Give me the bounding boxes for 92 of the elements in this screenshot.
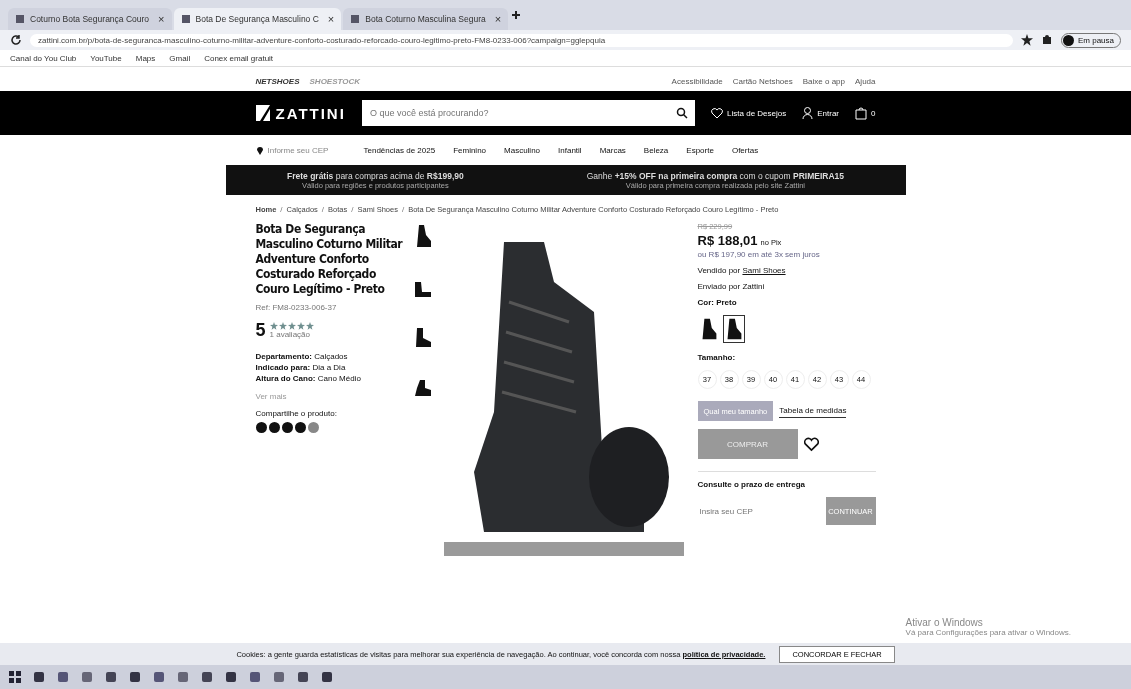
- separator: /: [280, 205, 283, 214]
- app-icon[interactable]: [248, 670, 262, 684]
- bookmark[interactable]: Maps: [135, 53, 156, 63]
- separator: /: [321, 205, 325, 214]
- spec-line: Altura do Cano: Cano Médio: [255, 373, 362, 384]
- close-icon[interactable]: ×: [494, 13, 502, 25]
- nav-link[interactable]: Tendências de 2025: [363, 145, 436, 155]
- spec-line: Departamento: Calçados: [255, 351, 349, 362]
- windows-icon[interactable]: [8, 670, 22, 684]
- pin-icon: [255, 145, 264, 155]
- separator: /: [351, 205, 354, 214]
- app-icon[interactable]: [200, 670, 214, 684]
- share-icon[interactable]: [294, 422, 306, 433]
- bookmark[interactable]: YouTube: [90, 53, 122, 63]
- bookmark[interactable]: Gmail: [169, 53, 191, 63]
- site-logo[interactable]: ZATTINI: [255, 104, 346, 122]
- spec-line: Indicado para: Dia a Dia: [255, 362, 347, 373]
- wishlist-link[interactable]: Lista de Desejos: [711, 107, 787, 119]
- page-icon: [350, 14, 361, 24]
- shipped-by: Enviado por Zattini: [697, 282, 766, 291]
- color-label: Cor: Preto: [697, 298, 738, 307]
- app-icon[interactable]: [176, 670, 190, 684]
- bag-icon: [855, 106, 868, 120]
- heart-icon: [711, 107, 724, 119]
- promo-text: Frete grátis para compras acima de R$199,90: [287, 170, 464, 181]
- share-icon[interactable]: [255, 422, 267, 433]
- nav-link[interactable]: Infantil: [558, 145, 582, 155]
- app-icon[interactable]: [80, 670, 94, 684]
- top-link[interactable]: Cartão Netshoes: [732, 76, 793, 86]
- browser-tab[interactable]: Bota De Segurança Masculino C ×: [173, 8, 342, 30]
- heart-icon[interactable]: [803, 436, 819, 452]
- activation-text: Vá para Configurações para ativar o Windows.: [905, 628, 1071, 637]
- top-link[interactable]: Ajuda: [855, 76, 876, 86]
- color-swatch[interactable]: [722, 315, 745, 343]
- share-label: Compartilhe o produto:: [255, 409, 338, 418]
- top-link[interactable]: Baixe o app: [802, 76, 846, 86]
- top-link[interactable]: Acessibilidade: [671, 76, 723, 86]
- nav-link[interactable]: Masculino: [504, 145, 541, 155]
- star-icon[interactable]: [1020, 34, 1033, 46]
- nav-link[interactable]: Esporte: [686, 145, 714, 155]
- reload-icon[interactable]: [10, 34, 22, 46]
- search-button[interactable]: [669, 100, 696, 126]
- product-ref: Ref: FM8-0233-006-37: [255, 303, 338, 312]
- nav-link[interactable]: Feminino: [453, 145, 487, 155]
- app-icon[interactable]: [32, 670, 46, 684]
- search-icon: [676, 107, 689, 119]
- delivery-label: Consulte o prazo de entrega: [697, 480, 807, 489]
- installments: ou R$ 197,90 em até 3x sem juros: [697, 250, 821, 259]
- app-icon[interactable]: [320, 670, 334, 684]
- cart-button[interactable]: 0: [855, 106, 876, 120]
- tab-title: Bota Coturno Masculina Segura: [365, 14, 486, 24]
- tab-title: Bota De Segurança Masculino C: [195, 14, 319, 24]
- browser-tab[interactable]: Coturno Bota Segurança Couro ×: [8, 8, 172, 30]
- login-link[interactable]: Entrar: [802, 107, 840, 119]
- activation-title: Ativar o Windows: [905, 617, 984, 628]
- close-icon[interactable]: ×: [158, 13, 165, 25]
- app-icon[interactable]: [104, 670, 118, 684]
- app-icon[interactable]: [128, 670, 142, 684]
- location-link[interactable]: Informe seu CEP: [255, 145, 346, 155]
- user-icon: [802, 107, 814, 119]
- rating-value: 5: [255, 320, 266, 341]
- app-icon[interactable]: [56, 670, 70, 684]
- reviews-link[interactable]: 1 avaliação: [269, 330, 314, 339]
- price: R$ 188,01: [697, 233, 758, 248]
- page-icon: [180, 14, 191, 24]
- brand-link[interactable]: NETSHOES: [255, 76, 300, 86]
- nav-link[interactable]: Ofertas: [731, 145, 759, 155]
- app-icon[interactable]: [224, 670, 238, 684]
- address-bar[interactable]: zattini.com.br/p/bota-de-seguranca-masculino-coturno-militar-adventure-conforto-costurado-reforcado-couro-legitimo-preto-FM8-0233-006?campaign=gglepquia: [30, 33, 1013, 47]
- nav-link[interactable]: Beleza: [643, 145, 669, 155]
- page-icon: [15, 14, 25, 24]
- promo-text: Ganhe +15% OFF na primeira compra com o cupom PRIMEIRA15: [586, 170, 844, 181]
- app-icon[interactable]: [296, 670, 310, 684]
- seller-line: Vendido por Sami Shoes: [697, 266, 787, 275]
- separator: /: [401, 205, 405, 214]
- product-title: Bota De Segurança Masculino Coturno Militar Adventure Conforto Costurado Reforçado Couro Legítimo - Preto: [255, 222, 404, 297]
- browser-tab[interactable]: Bota Coturno Masculina Segura ×: [343, 8, 509, 30]
- bookmark[interactable]: Canal do You Club: [10, 53, 77, 63]
- close-icon[interactable]: ×: [327, 13, 335, 25]
- bookmark[interactable]: Conex email gratuit: [204, 53, 274, 63]
- search-field[interactable]: O que você está procurando?: [361, 100, 670, 126]
- puzzle-icon[interactable]: [1040, 34, 1053, 46]
- seller-link[interactable]: Sami Shoes: [742, 266, 786, 275]
- app-icon[interactable]: [272, 670, 286, 684]
- app-icon[interactable]: [152, 670, 166, 684]
- size-table-link[interactable]: Tabela de medidas: [779, 404, 847, 418]
- tab-title: Coturno Bota Segurança Couro: [30, 14, 150, 24]
- nav-link[interactable]: Marcas: [599, 145, 626, 155]
- share-icon[interactable]: [268, 422, 280, 433]
- share-icon[interactable]: [281, 422, 293, 433]
- size-label: Tamanho:: [697, 353, 737, 362]
- plus-icon[interactable]: [510, 9, 523, 21]
